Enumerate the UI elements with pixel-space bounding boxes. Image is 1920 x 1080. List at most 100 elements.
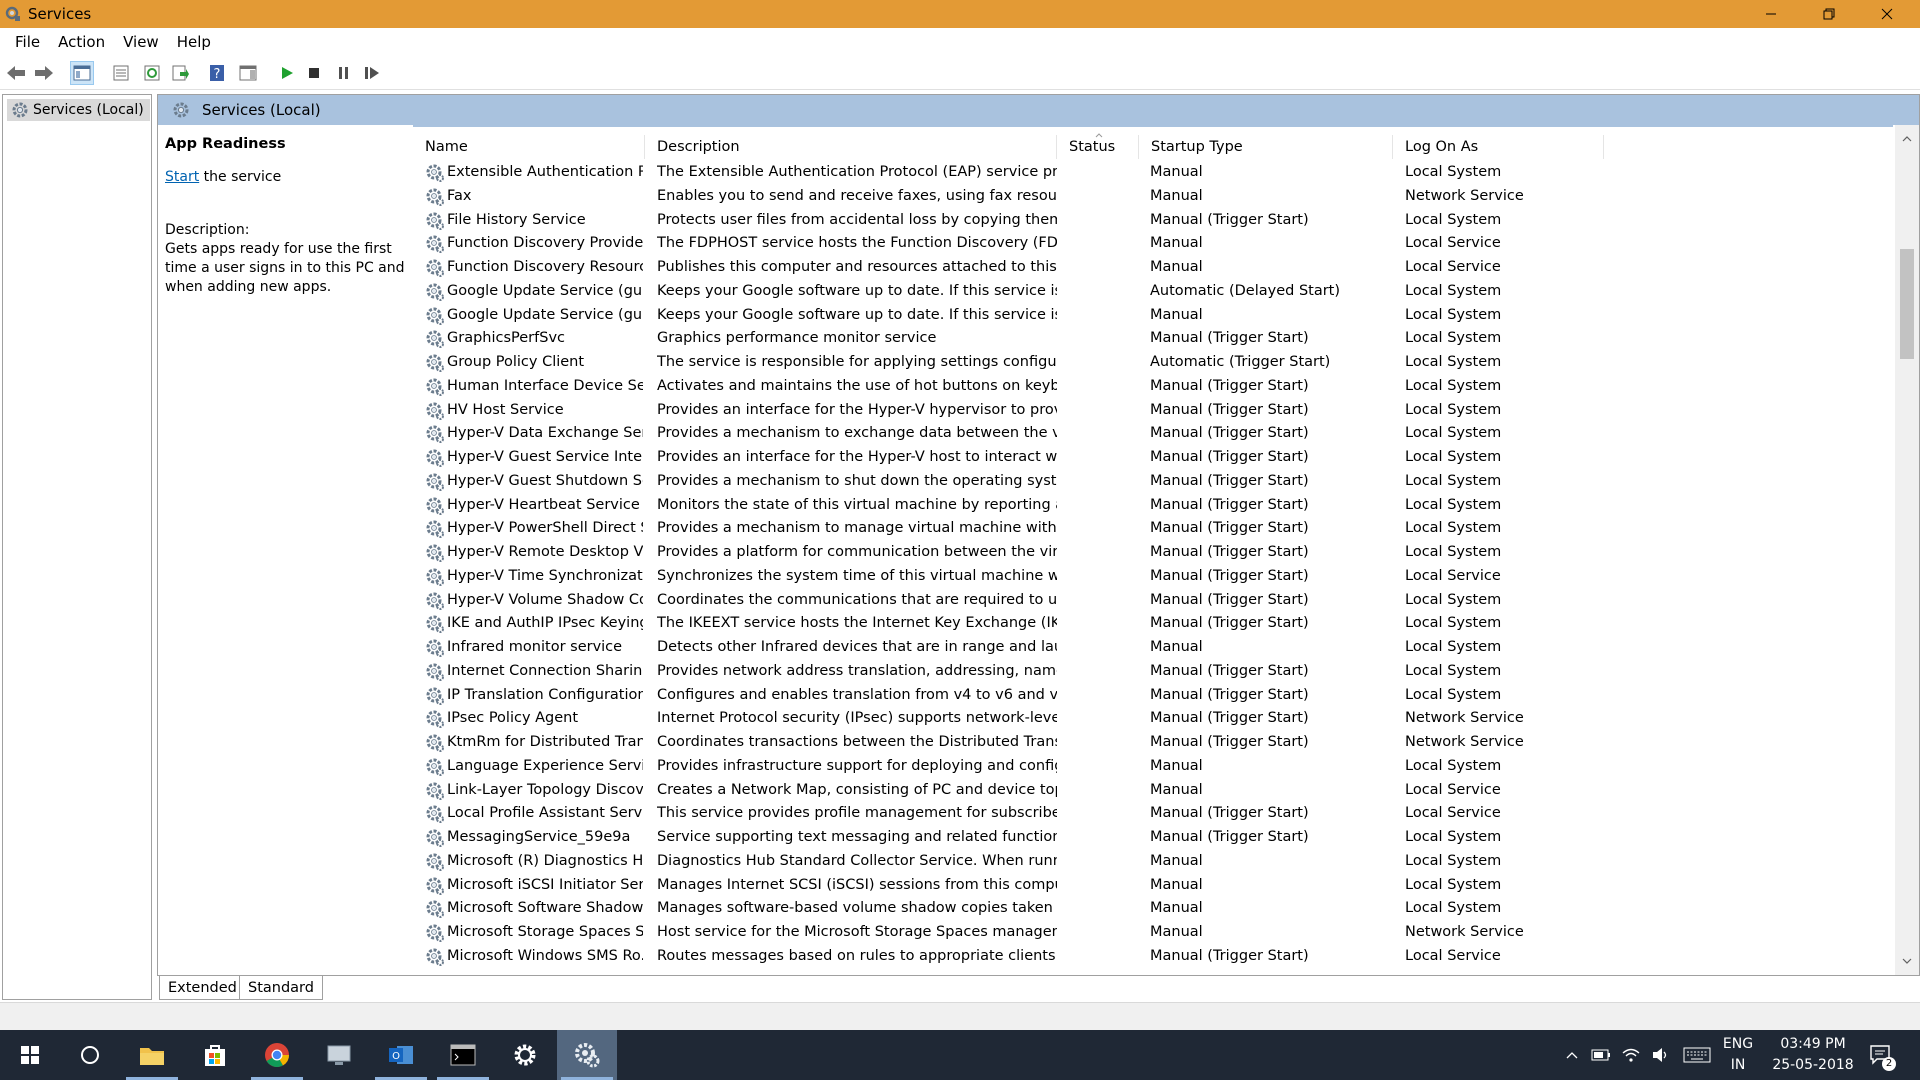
table-row[interactable]: Google Update Service (gup... Keeps your … — [413, 280, 1893, 304]
taskbar-outlook[interactable]: O — [371, 1030, 431, 1080]
service-name: Microsoft Software Shadow ... — [447, 900, 643, 917]
table-row[interactable]: Microsoft Software Shadow ... Manages sof… — [413, 897, 1893, 921]
network-button[interactable] — [1618, 1030, 1644, 1080]
table-row[interactable]: Microsoft (R) Diagnostics Hu... Diagnosti… — [413, 850, 1893, 874]
tab-extended[interactable]: Extended — [159, 976, 246, 1000]
table-row[interactable]: Function Discovery Resourc... Publishes t… — [413, 256, 1893, 280]
table-row[interactable]: Infrared monitor service Detects other In… — [413, 636, 1893, 660]
service-name: IP Translation Configuration ... — [447, 686, 643, 703]
forward-button[interactable] — [32, 61, 56, 85]
table-row[interactable]: Hyper-V Volume Shadow Co... Coordinates t… — [413, 589, 1893, 613]
table-row[interactable]: KtmRm for Distributed Trans... Coordinate… — [413, 731, 1893, 755]
stop-service-button[interactable] — [302, 61, 326, 85]
pause-service-button[interactable] — [331, 61, 355, 85]
table-row[interactable]: Internet Connection Sharing... Provides n… — [413, 660, 1893, 684]
restore-button[interactable] — [1800, 0, 1858, 28]
properties-button[interactable] — [109, 61, 133, 85]
column-header-name[interactable]: Name — [413, 135, 645, 159]
taskbar-services[interactable] — [557, 1030, 617, 1080]
table-row[interactable]: Language Experience Service Provides infr… — [413, 755, 1893, 779]
table-row[interactable]: GraphicsPerfSvc Graphics performance moni… — [413, 327, 1893, 351]
service-log-on-as: Local System — [1405, 591, 1502, 608]
menu-action[interactable]: Action — [49, 33, 114, 51]
help-button[interactable]: ? — [205, 61, 229, 85]
tree-item-services-local[interactable]: Services (Local) — [7, 99, 150, 121]
show-hide-console-tree-button[interactable] — [70, 61, 94, 85]
service-gear-icon — [426, 402, 444, 420]
title-bar[interactable]: Services — [0, 0, 1920, 28]
taskbar-file-explorer[interactable] — [122, 1030, 182, 1080]
table-row[interactable]: Function Discovery Provider ... The FDPHO… — [413, 232, 1893, 256]
taskbar-settings[interactable] — [495, 1030, 555, 1080]
taskbar-remote-desktop[interactable] — [309, 1030, 369, 1080]
service-startup-type: Manual (Trigger Start) — [1150, 829, 1309, 845]
table-row[interactable]: Hyper-V Time Synchronizati... Synchronize… — [413, 565, 1893, 589]
table-row[interactable]: Hyper-V Data Exchange Serv Provides a mec… — [413, 422, 1893, 446]
scroll-down-button[interactable] — [1895, 951, 1919, 971]
tab-standard[interactable]: Standard — [239, 976, 323, 1000]
service-log-on-as: Local System — [1405, 472, 1502, 489]
cortana-button[interactable] — [60, 1030, 120, 1080]
volume-button[interactable] — [1648, 1030, 1674, 1080]
export-list-button[interactable] — [168, 61, 192, 85]
table-row[interactable]: Human Interface Device Serv Activates and… — [413, 375, 1893, 399]
scroll-up-button[interactable] — [1895, 129, 1919, 149]
table-row[interactable]: Extensible Authentication Pr... The Exten… — [413, 161, 1893, 185]
start-service-button[interactable] — [275, 61, 299, 85]
service-gear-icon — [426, 663, 444, 681]
table-row[interactable]: Hyper-V Guest Service Interf Provides an … — [413, 446, 1893, 470]
taskbar-command-prompt[interactable] — [433, 1030, 493, 1080]
table-row[interactable]: MessagingService_59e9a Service supporting… — [413, 826, 1893, 850]
table-row[interactable]: Microsoft Windows SMS Ro... Routes messag… — [413, 945, 1893, 969]
minimize-button[interactable] — [1742, 0, 1800, 28]
close-button[interactable] — [1858, 0, 1916, 28]
table-row[interactable]: Hyper-V PowerShell Direct S... Provides a… — [413, 517, 1893, 541]
description-text: Gets apps ready for use the first time a… — [165, 241, 405, 295]
table-row[interactable]: Hyper-V Remote Desktop Vi... Provides a p… — [413, 541, 1893, 565]
table-row[interactable]: Google Update Service (gup... Keeps your … — [413, 304, 1893, 328]
column-header-startup-type[interactable]: Startup Type — [1139, 135, 1393, 159]
taskbar-store[interactable] — [185, 1030, 245, 1080]
table-row[interactable]: Link-Layer Topology Discove... Creates a … — [413, 779, 1893, 803]
service-description: Provides a mechanism to shut down the op… — [657, 472, 1057, 489]
touch-keyboard-button[interactable] — [1680, 1030, 1714, 1080]
table-row[interactable]: HV Host Service Provides an interface for… — [413, 399, 1893, 423]
menu-view[interactable]: View — [114, 33, 168, 51]
table-row[interactable]: File History Service Protects user files … — [413, 209, 1893, 233]
service-name: Microsoft (R) Diagnostics Hu... — [447, 852, 643, 869]
table-row[interactable]: Hyper-V Heartbeat Service Monitors the st… — [413, 494, 1893, 518]
service-log-on-as: Local System — [1405, 757, 1502, 774]
menu-help[interactable]: Help — [168, 33, 220, 51]
table-row[interactable]: IPsec Policy Agent Internet Protocol secu… — [413, 707, 1893, 731]
service-startup-type: Manual (Trigger Start) — [1150, 401, 1309, 418]
show-hidden-icons-button[interactable] — [1560, 1030, 1584, 1080]
menu-file[interactable]: File — [6, 33, 49, 51]
service-startup-type: Manual (Trigger Start) — [1150, 805, 1309, 822]
table-row[interactable]: Microsoft iSCSI Initiator Serv Manages In… — [413, 874, 1893, 898]
table-row[interactable]: Group Policy Client The service is respon… — [413, 351, 1893, 375]
table-row[interactable]: Microsoft Storage Spaces S Host service f… — [413, 921, 1893, 945]
start-service-link[interactable]: Start — [165, 169, 199, 185]
table-row[interactable]: IP Translation Configuration ... Configur… — [413, 684, 1893, 708]
taskbar-chrome[interactable] — [247, 1030, 307, 1080]
back-button[interactable] — [4, 61, 28, 85]
table-row[interactable]: Local Profile Assistant Service This serv… — [413, 802, 1893, 826]
services-list[interactable]: Name Description Status Startup Type Log… — [413, 125, 1893, 975]
start-button[interactable] — [0, 1030, 60, 1080]
vertical-scrollbar[interactable] — [1895, 125, 1919, 975]
table-row[interactable]: IKE and AuthIP IPsec Keying ... The IKEEX… — [413, 612, 1893, 636]
scrollbar-thumb[interactable] — [1900, 249, 1914, 359]
show-action-pane-button[interactable] — [236, 61, 260, 85]
refresh-button[interactable] — [140, 61, 164, 85]
action-center-button[interactable]: 2 — [1862, 1030, 1902, 1080]
battery-button[interactable] — [1588, 1030, 1614, 1080]
table-row[interactable]: Fax Enables you to send and receive faxes… — [413, 185, 1893, 209]
service-name: Language Experience Service — [447, 757, 643, 774]
column-header-description[interactable]: Description — [645, 135, 1057, 159]
restart-service-button[interactable] — [360, 61, 384, 85]
table-row[interactable]: Hyper-V Guest Shutdown Se... Provides a m… — [413, 470, 1893, 494]
column-header-log-on-as[interactable]: Log On As — [1393, 135, 1604, 159]
input-language-indicator[interactable]: ENG IN — [1718, 1034, 1758, 1076]
column-header-status[interactable]: Status — [1057, 133, 1139, 159]
clock[interactable]: 03:49 PM 25-05-2018 — [1768, 1034, 1858, 1076]
